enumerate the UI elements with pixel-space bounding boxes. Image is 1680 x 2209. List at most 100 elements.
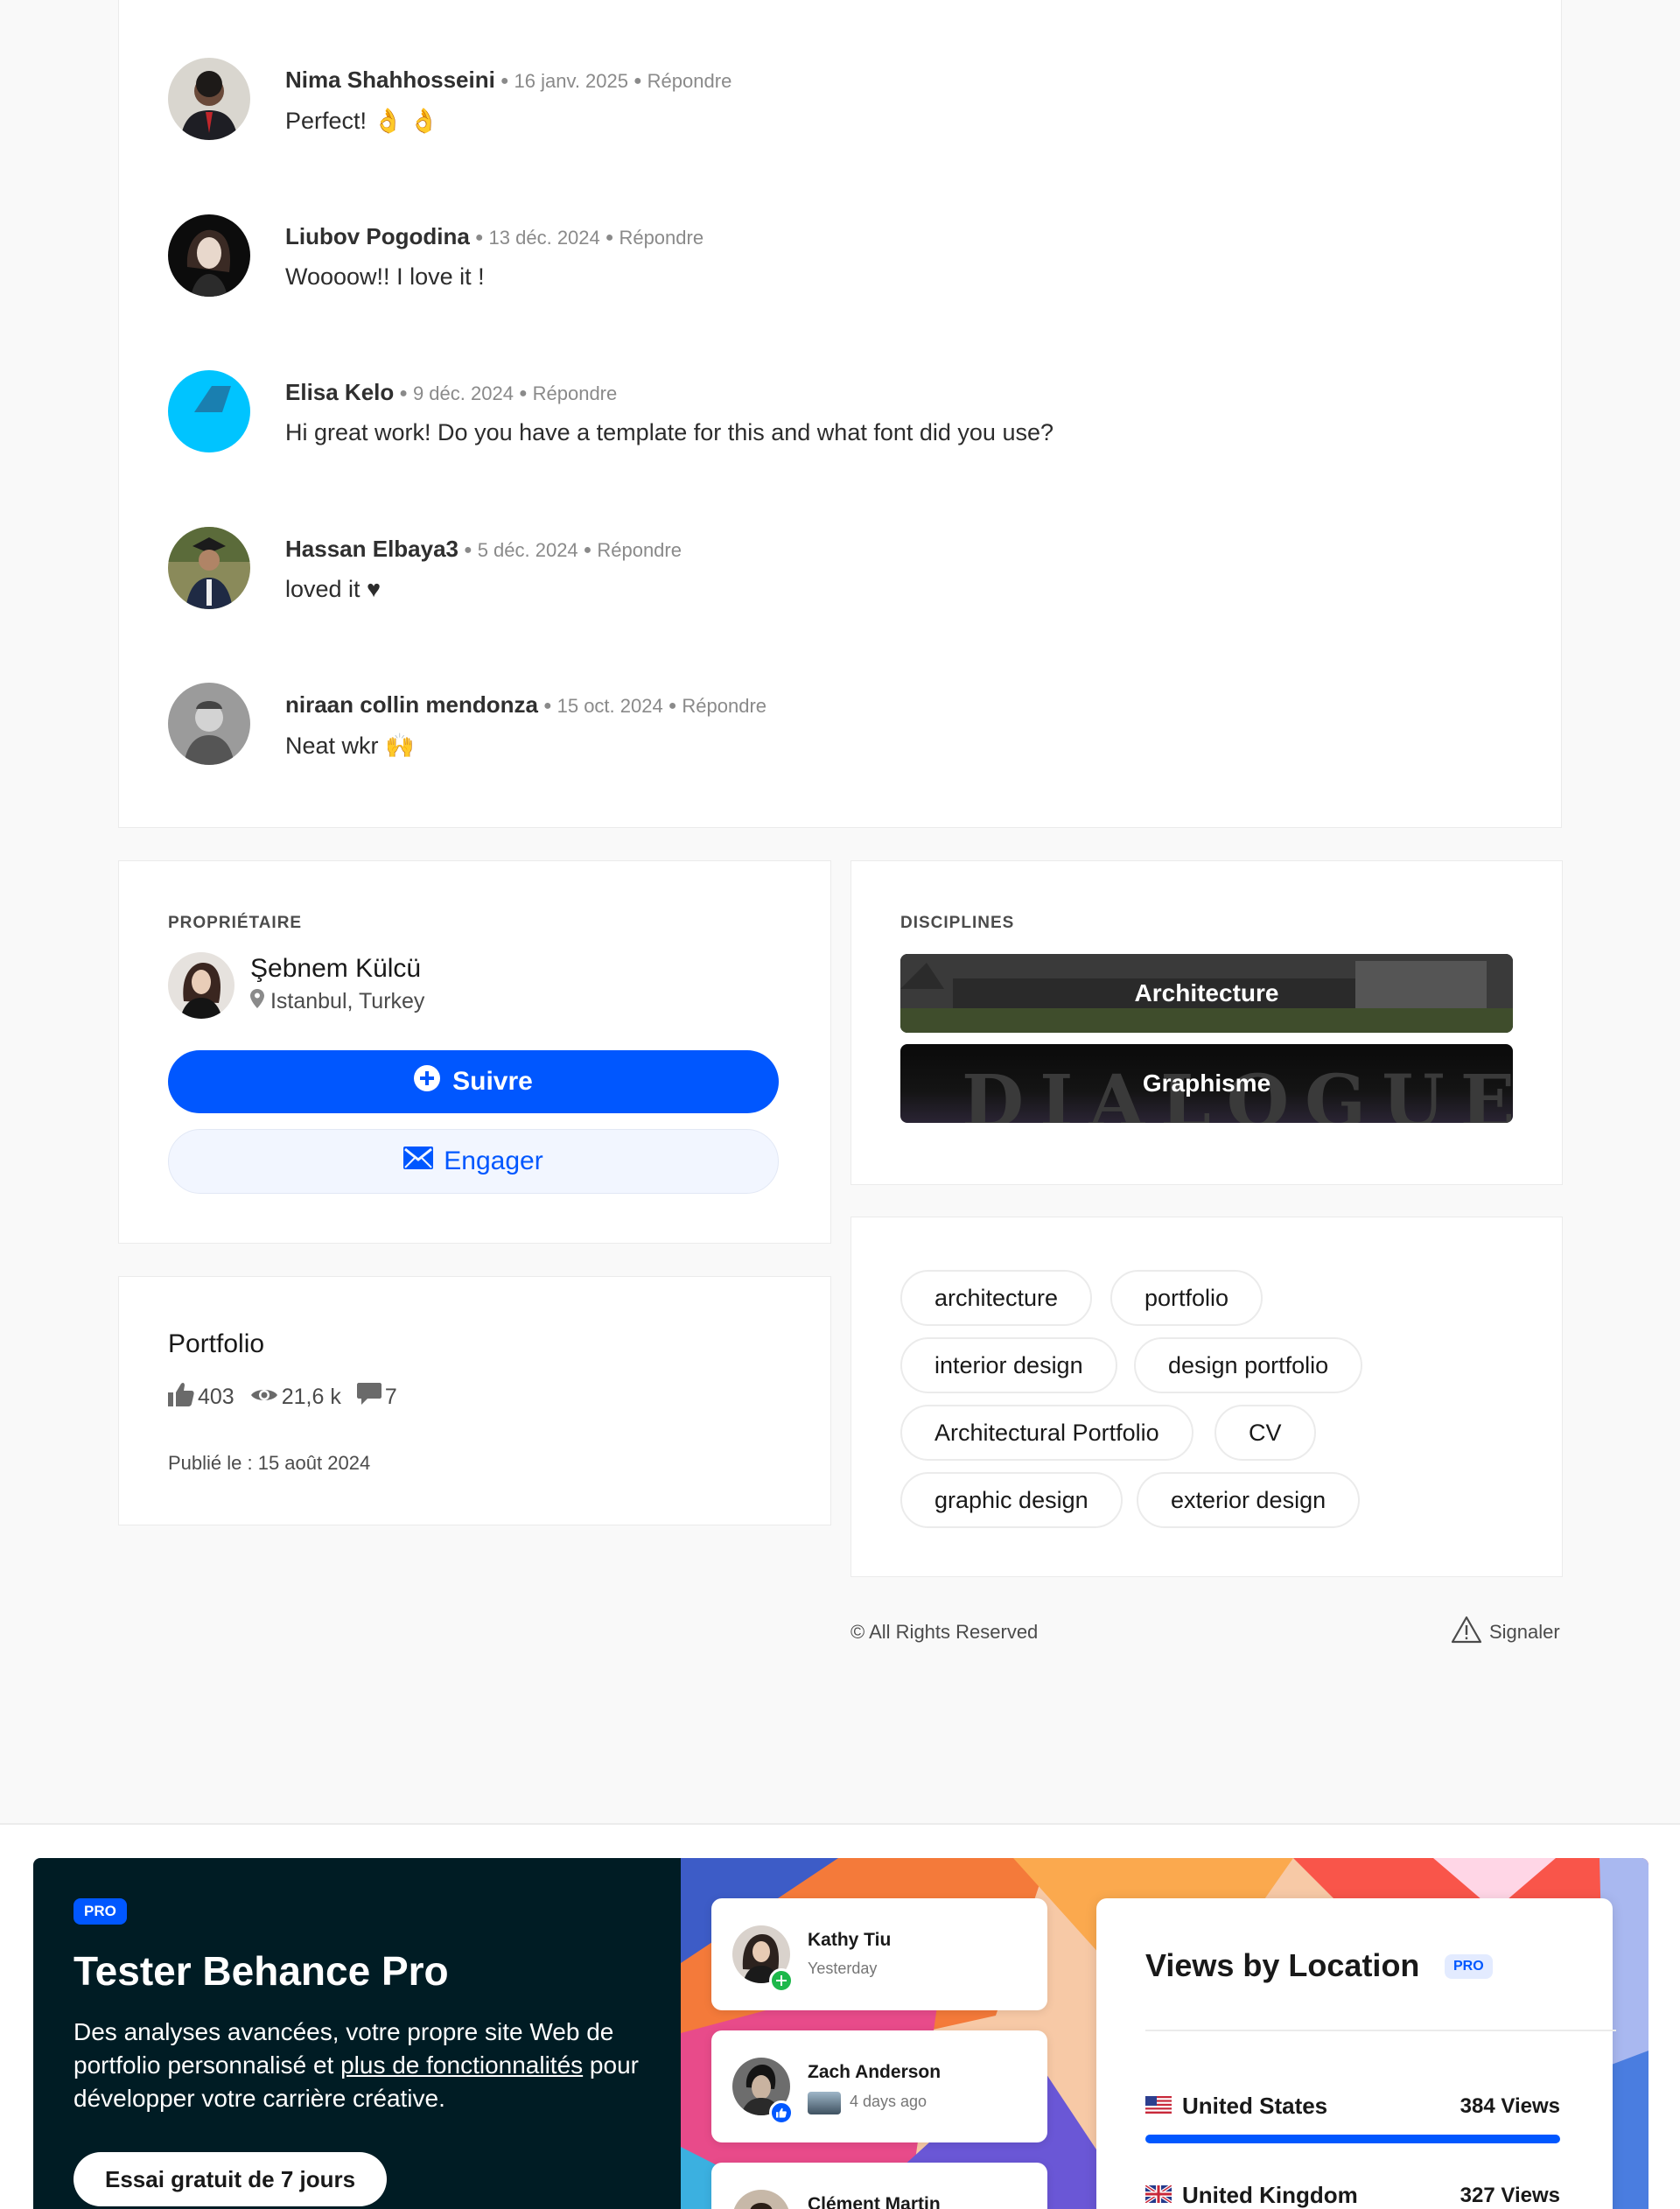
comment-author[interactable]: Liubov Pogodina bbox=[285, 223, 470, 249]
location-name: United Kingdom bbox=[1144, 2182, 1358, 2209]
separator-dot: ● bbox=[542, 698, 552, 713]
report-label: Signaler bbox=[1489, 1621, 1560, 1643]
location-text: Istanbul, Turkey bbox=[270, 989, 425, 1013]
follow-button[interactable]: Suivre bbox=[168, 1050, 779, 1113]
reply-link[interactable]: Répondre bbox=[619, 227, 704, 249]
envelope-icon bbox=[403, 1147, 434, 1176]
avatar[interactable] bbox=[168, 214, 250, 297]
owner-location: Istanbul, Turkey bbox=[250, 989, 424, 1014]
notification-card: Zach Anderson 4 days ago bbox=[711, 2030, 1047, 2142]
project-thumbnail bbox=[808, 2092, 841, 2114]
project-title: Portfolio bbox=[168, 1329, 265, 1358]
project-info-panel: Portfolio 403 21,6 k 7 Publié le : 15 ao… bbox=[118, 1276, 831, 1525]
comment-header: Elisa Kelo ● 9 déc. 2024 ● Répondre bbox=[285, 379, 617, 406]
discipline-graphic-design[interactable]: DIALOGUES Graphisme bbox=[900, 1044, 1513, 1123]
features-link[interactable]: plus de fonctionnalités bbox=[340, 2051, 583, 2079]
promo-description: Des analyses avancées, votre propre site… bbox=[74, 2016, 651, 2115]
discipline-architecture[interactable]: Architecture bbox=[900, 954, 1513, 1033]
separator-dot: ● bbox=[583, 543, 592, 558]
hire-button[interactable]: Engager bbox=[168, 1129, 779, 1194]
separator-dot: ● bbox=[605, 230, 614, 245]
comment-text: Neat wkr 🙌 bbox=[285, 733, 415, 759]
avatar bbox=[732, 2190, 790, 2209]
disciplines-panel: DISCIPLINES Architecture DIALOGUES Graph… bbox=[850, 860, 1563, 1185]
comment-author[interactable]: niraan collin mendonza bbox=[285, 691, 538, 718]
owner-name[interactable]: Şebnem Külcü bbox=[250, 954, 421, 984]
disciplines-label: DISCIPLINES bbox=[900, 914, 1015, 932]
divider bbox=[1145, 2030, 1616, 2031]
avatar[interactable] bbox=[168, 683, 250, 765]
views-title: Views by Location bbox=[1145, 1947, 1420, 1983]
tag-chip[interactable]: portfolio bbox=[1110, 1270, 1264, 1326]
location-bar bbox=[1145, 2135, 1560, 2143]
location-pin-icon bbox=[250, 989, 264, 1013]
avatar[interactable] bbox=[168, 58, 250, 140]
owner-label: PROPRIÉTAIRE bbox=[168, 914, 303, 932]
thumbs-up-icon bbox=[168, 1382, 194, 1413]
project-stats: 403 21,6 k 7 bbox=[168, 1382, 397, 1413]
notification-name: Clément Martin bbox=[808, 2194, 941, 2209]
promo-text-area: PRO Tester Behance Pro Des analyses avan… bbox=[33, 1858, 681, 2209]
tag-chip[interactable]: exterior design bbox=[1137, 1472, 1361, 1528]
comment-text: Hi great work! Do you have a template fo… bbox=[285, 419, 1054, 445]
comment-date: 9 déc. 2024 bbox=[412, 382, 514, 404]
follow-plus-icon bbox=[769, 1968, 794, 1993]
notification-time: Yesterday bbox=[808, 1960, 878, 1977]
comment-text: loved it ♥ bbox=[285, 576, 382, 602]
comment-header: Nima Shahhosseini ● 16 janv. 2025 ● Répondre bbox=[285, 67, 732, 94]
views-stat: 21,6 k bbox=[250, 1385, 341, 1410]
comment-author[interactable]: Nima Shahhosseini bbox=[285, 67, 495, 93]
reply-link[interactable]: Répondre bbox=[597, 539, 682, 561]
notification-name: Kathy Tiu bbox=[808, 1930, 892, 1950]
free-trial-button[interactable]: Essai gratuit de 7 jours bbox=[74, 2152, 388, 2206]
promo-title: Tester Behance Pro bbox=[74, 1948, 449, 1994]
tag-chip[interactable]: architecture bbox=[900, 1270, 1093, 1326]
reply-link[interactable]: Répondre bbox=[682, 695, 766, 717]
eye-icon bbox=[250, 1385, 278, 1410]
comment-date: 13 déc. 2024 bbox=[488, 227, 600, 249]
comment-header: niraan collin mendonza ● 15 oct. 2024 ● Répo… bbox=[285, 691, 766, 719]
owner-panel: PROPRIÉTAIRE Şebnem Külcü Istanbul, Turk… bbox=[118, 860, 831, 1244]
hire-label: Engager bbox=[444, 1147, 543, 1175]
comment-text: Perfect! 👌 👌 bbox=[285, 108, 439, 134]
tag-chip[interactable]: graphic design bbox=[900, 1472, 1123, 1528]
report-link[interactable]: Signaler bbox=[1451, 1616, 1560, 1649]
reply-link[interactable]: Répondre bbox=[533, 382, 618, 404]
comment-text: Woooow!! I love it ! bbox=[285, 263, 485, 290]
avatar[interactable] bbox=[168, 527, 250, 609]
location-views: 384 Views bbox=[1460, 2094, 1560, 2118]
avatar[interactable] bbox=[168, 370, 250, 452]
comment-author[interactable]: Hassan Elbaya3 bbox=[285, 536, 458, 562]
discipline-label: Architecture bbox=[1134, 979, 1279, 1006]
views-count: 21,6 k bbox=[281, 1385, 341, 1409]
tag-chip[interactable]: design portfolio bbox=[1134, 1337, 1363, 1393]
avatar[interactable] bbox=[168, 952, 234, 1019]
pro-badge: PRO bbox=[1445, 1954, 1493, 1979]
location-label: United Kingdom bbox=[1182, 2182, 1358, 2208]
comment-header: Liubov Pogodina ● 13 déc. 2024 ● Répondre bbox=[285, 223, 704, 250]
notification-card: Kathy Tiu Yesterday bbox=[711, 1898, 1047, 2010]
tag-chip[interactable]: CV bbox=[1214, 1405, 1316, 1461]
tag-chip[interactable]: interior design bbox=[900, 1337, 1117, 1393]
views-by-location-card: Views by Location PRO United States 384 … bbox=[1096, 1898, 1616, 2209]
tags-panel: architecture portfolio interior design d… bbox=[850, 1217, 1563, 1577]
tag-chip[interactable]: Architectural Portfolio bbox=[900, 1405, 1194, 1461]
comments-stat: 7 bbox=[356, 1383, 397, 1412]
location-views: 327 Views bbox=[1460, 2184, 1560, 2207]
plus-circle-icon bbox=[414, 1065, 441, 1098]
location-label: United States bbox=[1182, 2093, 1328, 2119]
appreciations-stat: 403 bbox=[168, 1382, 234, 1413]
notification-time: 4 days ago bbox=[850, 2093, 928, 2110]
pro-badge: PRO bbox=[74, 1898, 127, 1925]
follow-label: Suivre bbox=[452, 1067, 533, 1096]
comment-bubble-icon bbox=[356, 1383, 382, 1412]
comment-header: Hassan Elbaya3 ● 5 déc. 2024 ● Répondre bbox=[285, 536, 682, 563]
comment-author[interactable]: Elisa Kelo bbox=[285, 379, 394, 405]
copyright-text: © All Rights Reserved bbox=[850, 1621, 1039, 1643]
reply-link[interactable]: Répondre bbox=[648, 70, 732, 92]
comment-date: 5 déc. 2024 bbox=[477, 539, 578, 561]
separator-dot: ● bbox=[464, 543, 472, 558]
notification-name: Zach Anderson bbox=[808, 2062, 942, 2082]
separator-dot: ● bbox=[474, 230, 484, 245]
separator-dot: ● bbox=[634, 74, 642, 88]
